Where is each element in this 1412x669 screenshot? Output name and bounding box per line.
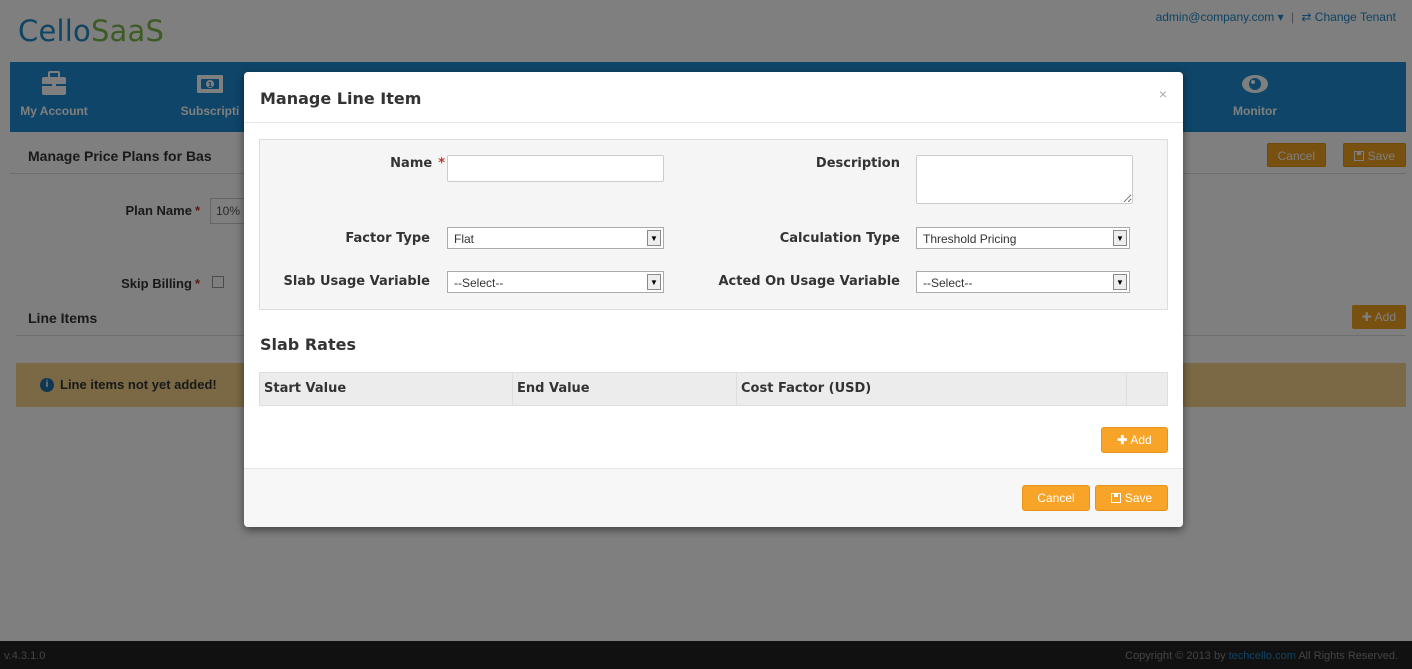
column-header-end-value: End Value xyxy=(513,373,737,405)
plus-icon: ✚ xyxy=(1117,433,1128,447)
acted-on-usage-variable-value: --Select-- xyxy=(923,276,973,290)
factor-type-value: Flat xyxy=(454,232,475,246)
slab-usage-variable-label: Slab Usage Variable xyxy=(283,274,430,289)
dropdown-arrow-icon: ▼ xyxy=(647,274,661,290)
close-icon[interactable]: × xyxy=(1159,86,1167,102)
modal-cancel-button[interactable]: Cancel xyxy=(1022,485,1090,511)
add-slab-rate-button[interactable]: ✚ Add xyxy=(1101,427,1168,453)
column-header-cost-factor: Cost Factor (USD) xyxy=(737,373,1127,405)
acted-on-usage-variable-label: Acted On Usage Variable xyxy=(718,274,900,289)
save-icon xyxy=(1110,493,1121,503)
column-header-start-value: Start Value xyxy=(260,373,513,405)
modal-title: Manage Line Item xyxy=(260,89,422,108)
modal-header: Manage Line Item × xyxy=(244,72,1183,123)
line-item-form: Name * Description Factor Type Flat ▼ Cal… xyxy=(259,139,1168,310)
slab-rates-table-header: Start Value End Value Cost Factor (USD) xyxy=(259,372,1168,406)
slab-usage-variable-value: --Select-- xyxy=(454,276,504,290)
dropdown-arrow-icon: ▼ xyxy=(1113,230,1127,246)
slab-usage-variable-select[interactable]: --Select-- ▼ xyxy=(447,271,664,293)
factor-type-select[interactable]: Flat ▼ xyxy=(447,227,664,249)
name-input[interactable] xyxy=(447,155,664,182)
factor-type-label: Factor Type xyxy=(345,231,430,246)
modal-save-button[interactable]: Save xyxy=(1095,485,1168,511)
dropdown-arrow-icon: ▼ xyxy=(1113,274,1127,290)
description-label: Description xyxy=(815,156,900,171)
calculation-type-label: Calculation Type xyxy=(779,231,900,246)
acted-on-usage-variable-select[interactable]: --Select-- ▼ xyxy=(916,271,1130,293)
dropdown-arrow-icon: ▼ xyxy=(647,230,661,246)
manage-line-item-modal: Manage Line Item × Name * Description Fac… xyxy=(244,72,1183,527)
name-label: Name * xyxy=(390,156,445,171)
calculation-type-value: Threshold Pricing xyxy=(923,232,1017,246)
column-header-actions xyxy=(1127,373,1168,405)
calculation-type-select[interactable]: Threshold Pricing ▼ xyxy=(916,227,1130,249)
description-textarea[interactable] xyxy=(916,155,1133,204)
slab-rates-title: Slab Rates xyxy=(260,335,356,354)
